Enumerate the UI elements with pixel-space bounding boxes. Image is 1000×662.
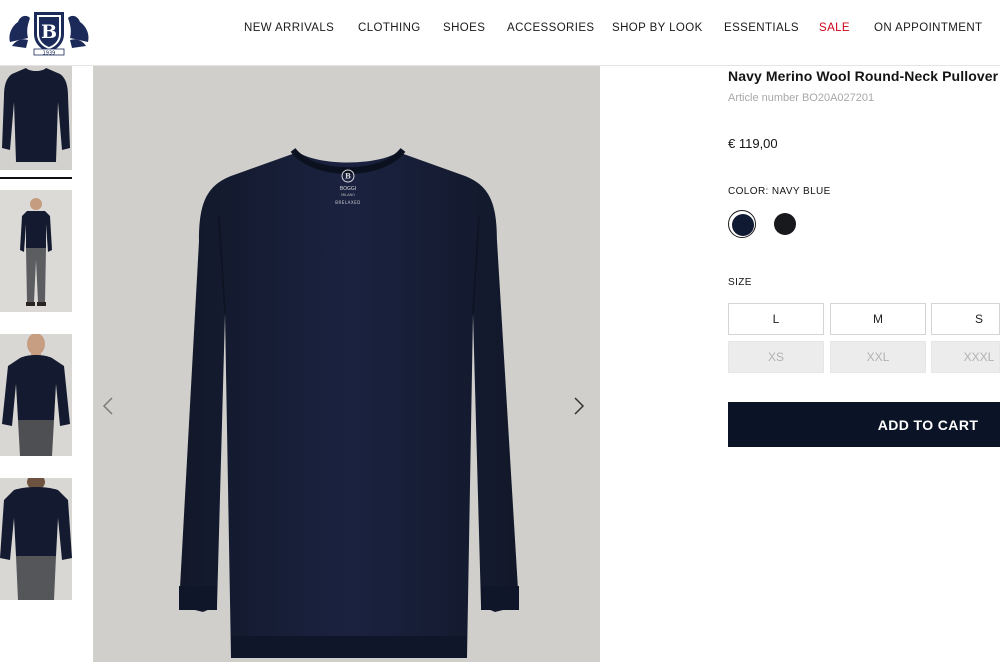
color-swatch-navy[interactable]: [728, 210, 756, 238]
size-option-m[interactable]: M: [830, 303, 926, 335]
thumbnail-model-closeup[interactable]: [0, 334, 72, 456]
add-to-cart-button[interactable]: ADD TO CART: [728, 402, 1000, 447]
color-swatch-black[interactable]: [771, 210, 799, 238]
nav-sale[interactable]: SALE: [819, 22, 850, 34]
label-letter: B: [345, 172, 351, 181]
nav-shop-by-look[interactable]: SHOP BY LOOK: [612, 22, 703, 34]
gallery-next-arrow[interactable]: [566, 394, 590, 418]
article-number: Article number BO20A027201: [728, 92, 875, 104]
size-option-l[interactable]: L: [728, 303, 824, 335]
product-main-image: B BOGGI MILANO BRELAXED: [93, 66, 600, 662]
gallery-prev-arrow[interactable]: [97, 394, 121, 418]
nav-on-appointment[interactable]: ON APPOINTMENT: [874, 22, 982, 34]
size-option-xxl[interactable]: XXL: [830, 341, 926, 373]
product-price: € 119,00: [728, 136, 778, 151]
nav-new-arrivals[interactable]: NEW ARRIVALS: [244, 22, 334, 34]
label-line: BRELAXED: [335, 200, 360, 205]
size-label: SIZE: [728, 277, 752, 288]
thumbnail-front[interactable]: [0, 66, 72, 170]
thumbnail-active-indicator: [0, 177, 72, 179]
nav-shoes[interactable]: SHOES: [443, 22, 485, 34]
size-option-xxxl[interactable]: XXXL: [931, 341, 1000, 373]
thumbnail-model-full[interactable]: [0, 190, 72, 312]
color-label: COLOR: NAVY BLUE: [728, 186, 831, 197]
nav-accessories[interactable]: ACCESSORIES: [507, 22, 594, 34]
nav-essentials[interactable]: ESSENTIALS: [724, 22, 799, 34]
chevron-left-icon: [102, 397, 113, 415]
size-option-s[interactable]: S: [931, 303, 1000, 335]
thumbnail-model-back[interactable]: [0, 478, 72, 600]
chevron-right-icon: [574, 397, 585, 415]
site-header: B 1939 NEW ARRIVALS CLOTHING SHOES ACCES…: [0, 0, 1000, 66]
nav-clothing[interactable]: CLOTHING: [358, 22, 421, 34]
swatch-dot-black: [774, 213, 796, 235]
size-option-xs[interactable]: XS: [728, 341, 824, 373]
sweater-illustration: B BOGGI MILANO BRELAXED: [93, 66, 600, 662]
swatch-dot-navy: [732, 214, 754, 236]
label-sub: MILANO: [341, 193, 355, 197]
product-title: Navy Merino Wool Round-Neck Pullover: [728, 68, 999, 84]
label-brand: BOGGI: [340, 186, 357, 192]
main-nav: NEW ARRIVALS CLOTHING SHOES ACCESSORIES …: [0, 0, 1000, 58]
